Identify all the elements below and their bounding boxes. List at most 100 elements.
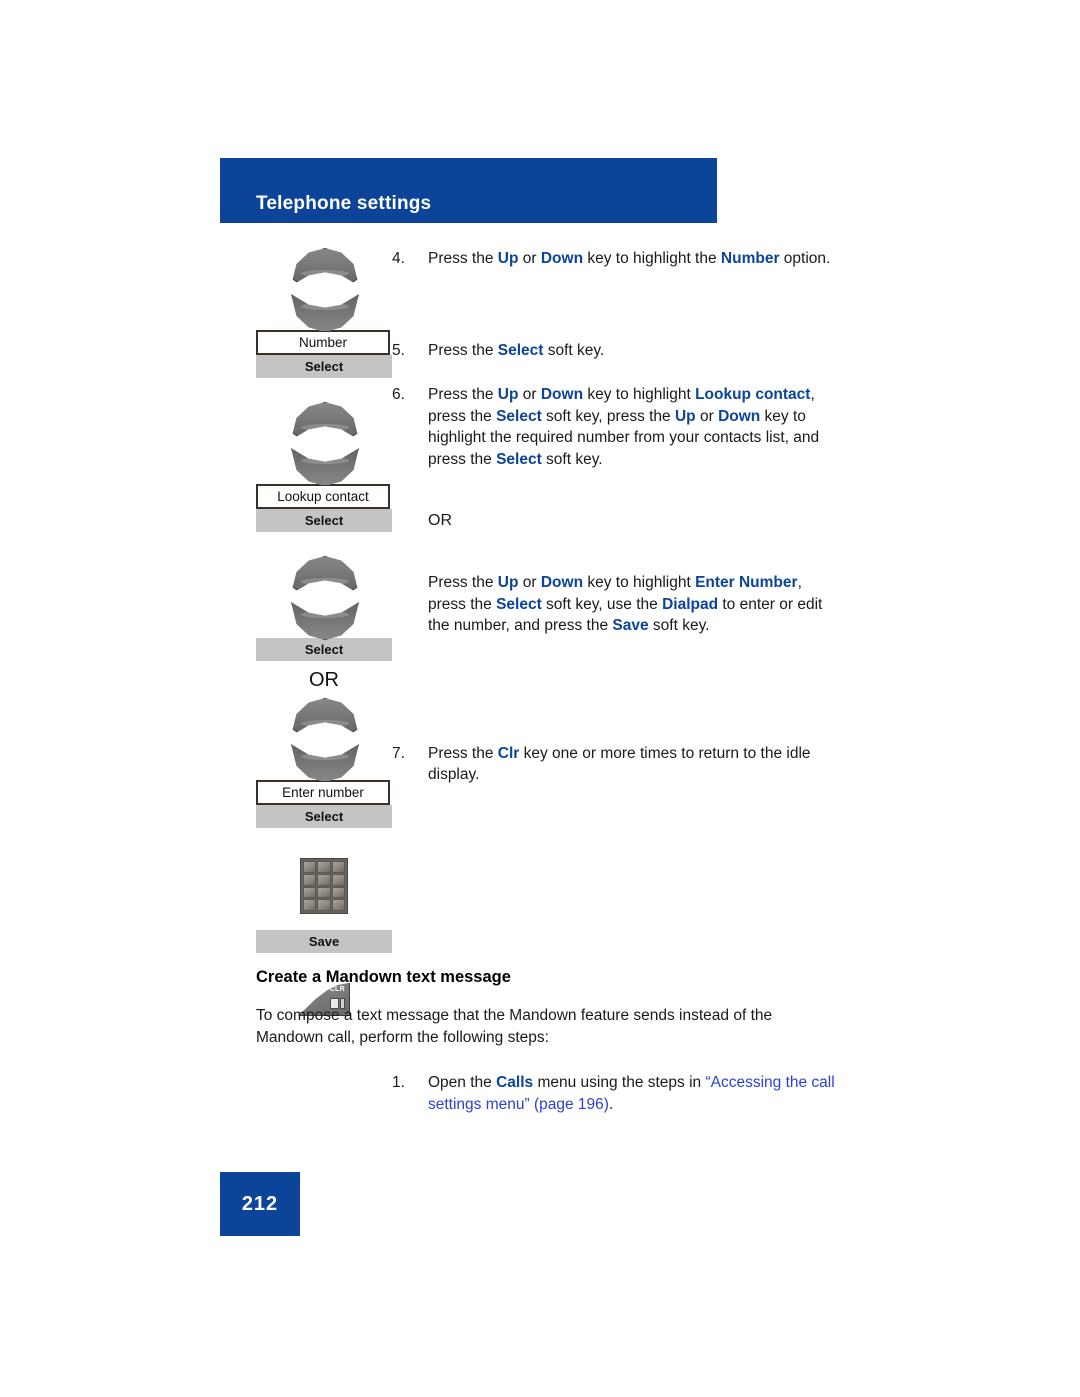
dialpad-key	[317, 873, 331, 886]
step-number: 5.	[392, 341, 405, 359]
key-highlight	[301, 424, 349, 431]
display-label-number: Number	[256, 330, 390, 355]
text-run: soft key.	[543, 341, 605, 359]
keyword-emphasis: Up	[674, 407, 696, 425]
keyword-emphasis: Number	[720, 250, 780, 267]
page-number-box: 212	[220, 1172, 300, 1236]
page-header-bar: Telephone settings	[220, 158, 717, 223]
keyword-emphasis: Dialpad	[662, 595, 719, 613]
step-number: 1.	[392, 1074, 405, 1091]
keyword-emphasis: Up	[497, 250, 519, 267]
step-number: 7.	[392, 744, 405, 762]
text-run: soft key, press the	[541, 407, 675, 425]
dialpad-key	[303, 886, 317, 899]
softkey-select-2[interactable]: Select	[256, 509, 392, 532]
dialpad-key	[303, 861, 317, 873]
text-run: Press the	[428, 386, 498, 403]
softkey-select-3[interactable]: Select	[256, 638, 392, 661]
nav-key-pair-select-only	[256, 556, 392, 640]
navigation-up-key-icon[interactable]	[291, 556, 359, 594]
keyword-emphasis: Down	[540, 250, 584, 267]
keyword-emphasis: Select	[496, 595, 542, 613]
text-run: Press the	[428, 341, 498, 359]
text-run: or	[518, 250, 541, 267]
keyword-emphasis: Clr	[497, 744, 520, 762]
display-label-enter-number: Enter number	[256, 780, 390, 805]
step-text: Press the Select soft key.	[428, 340, 840, 362]
step-number: 6.	[392, 386, 405, 403]
key-highlight	[301, 303, 349, 310]
instructions-column: 4. Press the Up or Down key to highlight…	[392, 248, 840, 786]
dialpad-key	[331, 886, 345, 899]
navigation-down-key-icon[interactable]	[291, 744, 359, 782]
keyword-emphasis: Save	[612, 617, 649, 634]
text-run: or	[518, 386, 541, 403]
dialpad-key	[331, 861, 345, 873]
text-run: key to highlight	[583, 386, 696, 403]
step-text: Press the Up or Down key to highlight Lo…	[428, 384, 840, 470]
text-run: soft key.	[541, 450, 603, 468]
key-highlight	[301, 753, 349, 760]
or-separator-right: OR	[428, 512, 452, 529]
softkey-select-4[interactable]: Select	[256, 805, 392, 828]
key-highlight	[301, 720, 349, 727]
section-block: Create a Mandown text message To compose…	[256, 968, 840, 1049]
text-run: Press the	[428, 574, 498, 591]
dialpad-key	[331, 899, 345, 911]
key-highlight	[301, 611, 349, 618]
softkey-select-1[interactable]: Select	[256, 355, 392, 378]
step-item-6: 6. Press the Up or Down key to highlight…	[392, 384, 840, 470]
text-run: menu using the steps in	[533, 1074, 706, 1091]
section-step-item-1: 1. Open the Calls menu using the steps i…	[392, 1072, 840, 1116]
illustration-column: Number Select Lookup contact Select Sele…	[256, 248, 392, 1016]
keyword-emphasis: Select	[496, 450, 542, 468]
step-text: Open the Calls menu using the steps in “…	[428, 1072, 840, 1116]
navigation-up-key-icon[interactable]	[291, 698, 359, 736]
page-header-title: Telephone settings	[256, 193, 432, 214]
keyword-emphasis: Down	[540, 574, 584, 591]
text-run: Press the	[428, 744, 498, 762]
navigation-up-key-icon[interactable]	[291, 402, 359, 440]
or-separator-left: OR	[309, 669, 339, 691]
softkey-save[interactable]: Save	[256, 930, 392, 953]
nav-key-pair-number	[256, 248, 392, 332]
step-number: 4.	[392, 250, 405, 267]
keyword-emphasis: Down	[540, 386, 584, 403]
keyword-emphasis: Select	[497, 341, 544, 359]
navigation-down-key-icon[interactable]	[291, 448, 359, 486]
step-item-5: 5. Press the Select soft key.	[392, 340, 840, 362]
navigation-down-key-icon[interactable]	[291, 602, 359, 640]
dialpad-key	[303, 873, 317, 886]
navigation-down-key-icon[interactable]	[291, 294, 359, 332]
step-text: Press the Up or Down key to highlight th…	[428, 248, 840, 270]
text-run: key to highlight	[583, 574, 696, 591]
text-run: or	[518, 574, 541, 591]
text-run: Open the	[428, 1074, 497, 1091]
display-label-lookup-contact: Lookup contact	[256, 484, 390, 509]
nav-key-pair-lookup	[256, 402, 392, 486]
step-item-4: 4. Press the Up or Down key to highlight…	[392, 248, 840, 270]
alternative-instruction-text: Press the Up or Down key to highlight En…	[392, 572, 840, 637]
navigation-up-key-icon[interactable]	[291, 248, 359, 286]
text-run: .	[608, 1096, 614, 1113]
text-run: soft key.	[648, 617, 710, 634]
text-run: or	[695, 407, 719, 425]
keyword-emphasis: Up	[497, 386, 519, 403]
text-run: soft key, use the	[541, 595, 663, 613]
keyword-emphasis: Calls	[496, 1074, 534, 1091]
dialpad-icon[interactable]	[300, 858, 348, 914]
key-highlight	[301, 270, 349, 277]
dialpad-key	[317, 861, 331, 873]
key-highlight	[301, 578, 349, 585]
step-text: Press the Clr key one or more times to r…	[428, 743, 840, 786]
dialpad-key	[317, 886, 331, 899]
dialpad-wrapper	[256, 858, 392, 914]
